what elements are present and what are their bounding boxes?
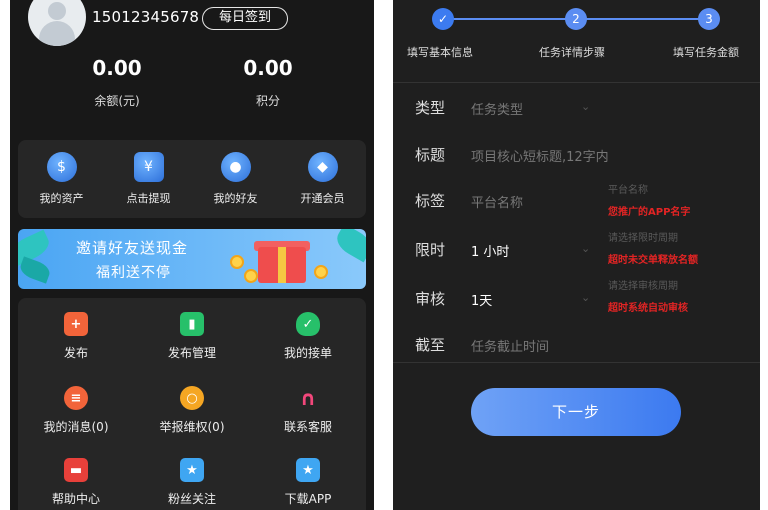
avatar[interactable] [28,0,86,46]
avatar-head-icon [48,2,66,20]
friends-icon: ● [220,152,251,182]
help-center-item[interactable]: ▬ 帮助中心 [18,458,134,507]
withdraw-label: 点击提现 [126,192,171,205]
chevron-down-icon: ⌄ [581,242,591,255]
message-icon: ≡ [64,386,88,410]
my-messages-item[interactable]: ≡ 我的消息(0) [18,386,134,435]
leaf-decoration [18,256,53,284]
balance-label: 余额(元) [94,94,140,108]
my-assets-item[interactable]: $ 我的资产 [18,152,105,206]
membership-label: 开通会员 [300,192,345,205]
report-item[interactable]: ○ 举报维权(0) [134,386,250,435]
step-1-check-icon: ✓ [432,8,454,30]
time-limit-select[interactable]: 1 小时 [471,241,509,260]
deadline-input[interactable]: 任务截止时间 [471,336,549,355]
coin-decoration [230,255,244,269]
my-friends-label: 我的好友 [213,192,258,205]
my-orders-item[interactable]: ✓ 我的接单 [250,312,366,361]
download-app-label: 下载APP [284,492,332,506]
search-icon: ○ [180,386,204,410]
help-box-icon: ▬ [64,458,88,482]
bar-chart-icon: ▮ [180,312,204,336]
type-label: 类型 [415,99,446,117]
daily-checkin-button[interactable]: 每日签到 [202,7,288,30]
chevron-down-icon: ⌄ [581,291,591,304]
review-hint: 请选择审核周期 [608,281,678,292]
my-orders-label: 我的接单 [283,346,332,360]
my-friends-item[interactable]: ● 我的好友 [192,152,279,206]
withdraw-icon: ¥ [133,152,164,182]
step-1-label: 填写基本信息 [407,46,473,59]
my-profile-screen: 15012345678 每日签到 0.00 余额(元) 0.00 积分 $ 我的… [10,0,374,510]
chevron-down-icon: ⌄ [581,100,591,113]
step-3-label: 填写任务金额 [673,46,739,59]
type-select[interactable]: 任务类型 [471,99,523,118]
points-label: 积分 [255,94,280,108]
withdraw-item[interactable]: ¥ 点击提现 [105,152,192,206]
fans-follow-label: 粉丝关注 [167,492,216,506]
shield-check-icon: ✓ [296,312,320,336]
star-icon: ★ [296,458,320,482]
headset-icon: ∩ [299,386,317,410]
publish-manage-label: 发布管理 [167,346,216,360]
publish-manage-item[interactable]: ▮ 发布管理 [134,312,250,361]
my-messages-label: 我的消息(0) [43,420,109,434]
gift-box-icon [258,247,306,283]
coin-decoration [244,269,258,283]
review-select[interactable]: 1天 [471,290,492,309]
tag-input[interactable]: 平台名称 [471,192,523,211]
time-limit-hint: 请选择限时周期 [608,233,678,244]
publish-item[interactable]: + 发布 [18,312,134,361]
coin-icon: $ [46,152,77,182]
help-center-label: 帮助中心 [51,492,100,506]
contact-service-label: 联系客服 [283,420,332,434]
divider [393,82,760,83]
leaf-decoration [332,229,366,263]
membership-item[interactable]: ◆ 开通会员 [279,152,366,206]
publish-label: 发布 [63,346,88,360]
banner-subline: 福利送不停 [96,265,171,281]
star-icon: ★ [180,458,204,482]
my-assets-label: 我的资产 [39,192,84,205]
publish-task-screen: ✓ 2 3 填写基本信息 任务详情步骤 填写任务金额 类型 任务类型 ⌄ 标题 … [393,0,760,510]
step-2-dot: 2 [565,8,587,30]
title-label: 标题 [415,146,446,164]
function-grid: + 发布 ▮ 发布管理 ✓ 我的接单 ≡ 我的消息(0) ○ 举报维权(0) ∩… [18,298,366,510]
quick-actions-panel: $ 我的资产 ¥ 点击提现 ● 我的好友 ◆ 开通会员 [18,140,366,218]
next-step-button[interactable]: 下一步 [471,388,681,436]
balance-value: 0.00 [92,56,142,80]
user-phone: 15012345678 [92,8,200,26]
avatar-body-icon [39,21,75,46]
step-2-label: 任务详情步骤 [539,46,605,59]
deadline-label: 截至 [415,336,446,354]
invite-banner[interactable]: 邀请好友送现金 福利送不停 [18,229,366,289]
review-warning: 超时系统自动审核 [608,303,688,314]
review-label: 审核 [415,290,446,308]
tag-warning: 您推广的APP名字 [608,207,691,218]
time-limit-label: 限时 [415,241,446,259]
report-label: 举报维权(0) [159,420,225,434]
title-input[interactable]: 项目核心短标题,12字内 [471,146,609,165]
fans-follow-item[interactable]: ★ 粉丝关注 [134,458,250,507]
contact-service-item[interactable]: ∩ 联系客服 [250,386,366,435]
coin-decoration [314,265,328,279]
banner-headline: 邀请好友送现金 [76,239,189,257]
download-app-item[interactable]: ★ 下载APP [250,458,366,507]
step-3-dot: 3 [698,8,720,30]
points-value: 0.00 [243,56,293,80]
tag-hint: 平台名称 [608,185,648,196]
divider [393,362,760,363]
time-limit-warning: 超时未交单释放名额 [608,255,698,266]
diamond-icon: ◆ [307,152,338,182]
tag-label: 标签 [415,192,446,210]
plus-icon: + [64,312,88,336]
